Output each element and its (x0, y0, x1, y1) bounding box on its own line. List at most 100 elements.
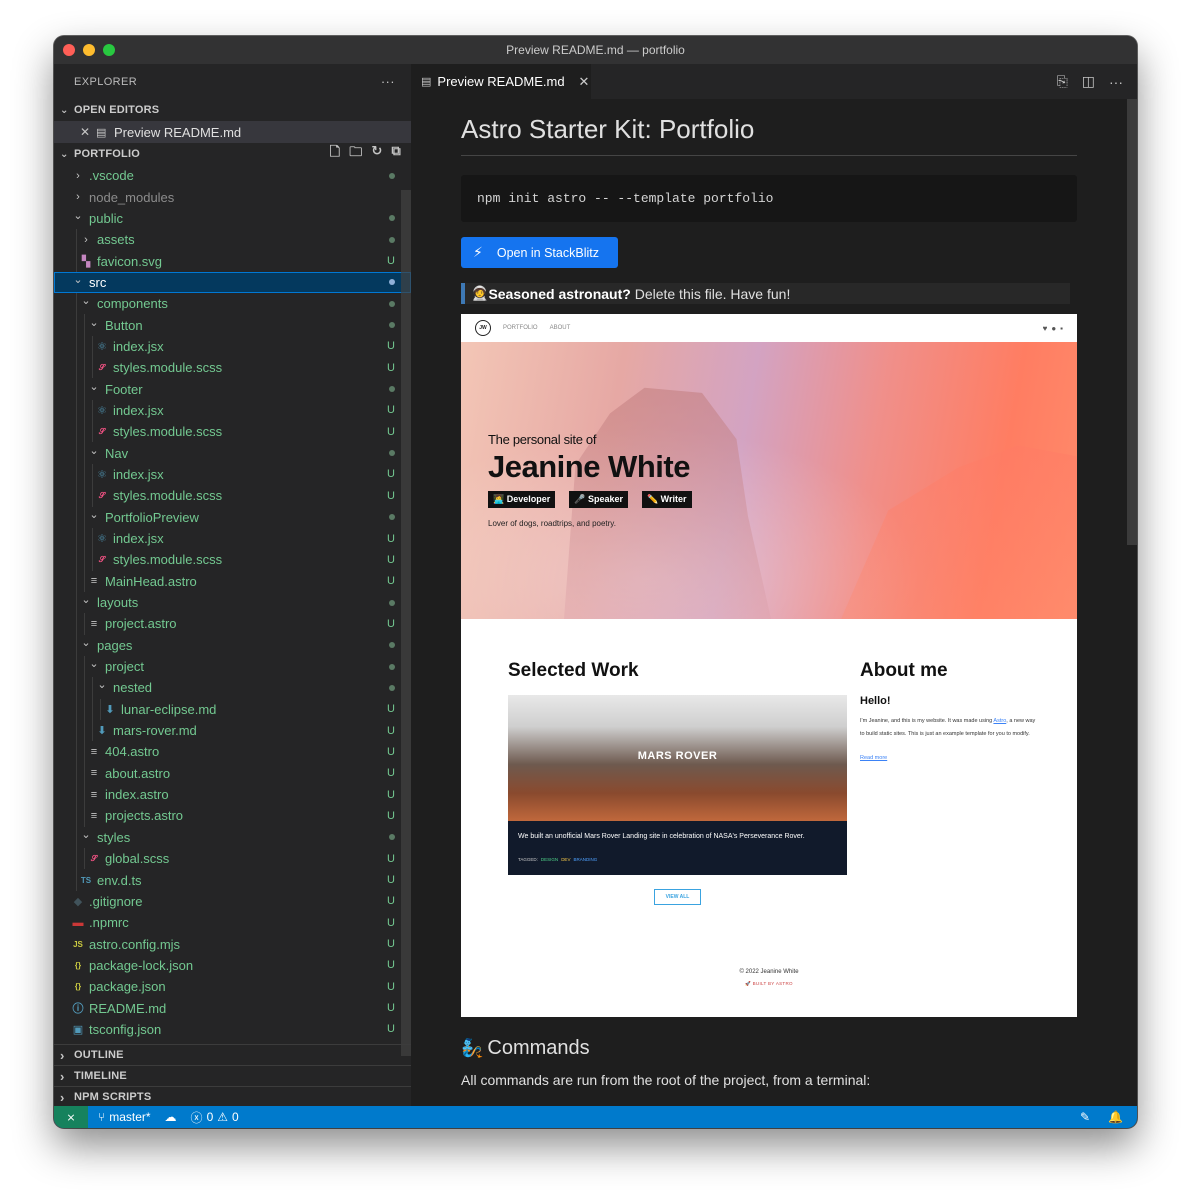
folder-public[interactable]: ⌄ public (54, 208, 411, 229)
folder-assets[interactable]: › assets (54, 229, 411, 251)
folder-src[interactable]: ⌄ src (54, 271, 411, 294)
tree-item-label: mars-rover.md (113, 723, 197, 739)
folder-portfoliopreview[interactable]: ⌄ PortfolioPreview (54, 506, 411, 528)
modified-dot-icon (389, 684, 395, 691)
selected-work-heading: Selected Work (508, 660, 639, 681)
file-item[interactable]: ▬ .npmrc U (54, 912, 411, 933)
git-status: U (387, 724, 395, 737)
portfolio-section[interactable]: ⌄ PORTFOLIO 🗋 🗀 ↻ ⧉ (54, 143, 411, 165)
file-item[interactable]: 𝒮styles.module.scss U (54, 485, 411, 507)
split-editor-icon[interactable]: ◫ (1082, 73, 1095, 90)
file-item[interactable]: 𝒮styles.module.scss U (54, 421, 411, 443)
editor-scrollbar[interactable] (1127, 99, 1137, 545)
open-editor-item[interactable]: ✕ ▤ Preview README.md (54, 121, 411, 143)
git-status: U (387, 788, 395, 801)
more-actions-icon[interactable]: ··· (1109, 74, 1123, 90)
file-item[interactable]: ⓘ README.md U (54, 997, 411, 1018)
git-status (389, 442, 395, 463)
file-item[interactable]: ⚛ index.jsx U (54, 335, 411, 358)
remote-icon: ⨯ (66, 1111, 76, 1124)
file-item[interactable]: ◆ .gitignore U (54, 891, 411, 912)
file-item[interactable]: ≡ about.astro U (54, 762, 411, 784)
modified-dot-icon (389, 322, 395, 329)
indent-guide (84, 677, 85, 699)
tree-item-label: index.jsx (113, 531, 164, 547)
window-title: Preview README.md — portfolio (506, 43, 685, 57)
modified-dot-icon (389, 300, 395, 307)
folder-nested[interactable]: ⌄ nested (54, 677, 411, 699)
problems-indicator[interactable]: ⓧ 0 ⚠ 0 (191, 1109, 239, 1126)
file-item[interactable]: ⬇ mars-rover.md U (54, 719, 411, 742)
file-item[interactable]: ⚛ index.jsx U (54, 527, 411, 550)
portfolio-screenshot: JW PORTFOLIO ABOUT ♥ ● ▪ The personal si… (461, 314, 1077, 1017)
open-editors-section[interactable]: ⌄ OPEN EDITORS (54, 99, 411, 121)
collapse-all-icon[interactable]: ⧉ (392, 143, 401, 165)
open-in-stackblitz-button[interactable]: ⚡ Open in StackBlitz (461, 237, 618, 268)
file-item[interactable]: ≡ MainHead.astro U (54, 570, 411, 592)
git-branch[interactable]: ⑂ master* (98, 1110, 151, 1124)
git-status: U (387, 916, 395, 929)
explorer-more-icon[interactable]: ··· (381, 74, 395, 89)
indent-guide (76, 869, 77, 891)
remote-indicator[interactable]: ⨯ (54, 1106, 88, 1128)
sidebar-scrollbar[interactable] (401, 190, 411, 1056)
folder-project[interactable]: ⌄ project (54, 655, 411, 678)
folder-nav[interactable]: ⌄ Nav (54, 442, 411, 464)
file-item[interactable]: ⚛ index.jsx U (54, 399, 411, 422)
open-source-icon[interactable]: ⎘ (1057, 73, 1068, 90)
folder-footer[interactable]: ⌄ Footer (54, 378, 411, 400)
zoom-window-button[interactable] (103, 44, 115, 56)
sync-button[interactable]: ☁ (165, 1110, 177, 1124)
git-status: U (387, 255, 395, 268)
astro-file-icon: ≡ (90, 788, 98, 801)
file-item[interactable]: ⚛ index.jsx U (54, 463, 411, 486)
indent-guide (76, 527, 77, 550)
preview-icon: ▤ (421, 76, 432, 88)
folder-styles[interactable]: ⌄ styles (54, 826, 411, 848)
section-outline[interactable]: › OUTLINE (54, 1044, 411, 1065)
file-item[interactable]: 𝒮styles.module.scss U (54, 549, 411, 571)
file-item[interactable]: {} package.json U (54, 976, 411, 997)
file-item[interactable]: ≡ project.astro U (54, 613, 411, 635)
file-item[interactable]: ≡ index.astro U (54, 783, 411, 806)
file-item[interactable]: {} package-lock.json U (54, 955, 411, 976)
minimize-window-button[interactable] (83, 44, 95, 56)
folder-node-modules[interactable]: › node_modules (54, 186, 411, 207)
stackblitz-label: Open in StackBlitz (496, 245, 599, 260)
file-item[interactable]: ▣ tsconfig.json U (54, 1019, 411, 1040)
new-file-icon[interactable]: 🗋 (330, 143, 341, 165)
indent-guide (92, 399, 93, 422)
jw-logo: JW (475, 320, 491, 336)
folder-button[interactable]: ⌄ Button (54, 314, 411, 336)
indent-guide (76, 655, 77, 678)
section-npm-scripts[interactable]: › NPM SCRIPTS (54, 1086, 411, 1106)
file-item[interactable]: ▚ favicon.svg U (54, 250, 411, 272)
file-item[interactable]: ≡ projects.astro U (54, 805, 411, 827)
explorer-title: EXPLORER (74, 75, 138, 88)
feedback-icon[interactable]: ✎ (1080, 1110, 1090, 1124)
file-item[interactable]: ⬇ lunar-eclipse.md U (54, 698, 411, 720)
new-folder-icon[interactable]: 🗀 (349, 143, 362, 165)
file-item[interactable]: JS astro.config.mjs U (54, 933, 411, 954)
refresh-icon[interactable]: ↻ (371, 143, 382, 165)
folder--vscode[interactable]: › .vscode (54, 165, 411, 186)
indent-guide (92, 335, 93, 358)
file-item[interactable]: 𝒮styles.module.scss U (54, 357, 411, 379)
file-item[interactable]: ≡ 404.astro U (54, 741, 411, 763)
chevron-down-icon: ⌄ (89, 444, 99, 457)
tab-preview-readme[interactable]: ▤ Preview README.md ✕ (411, 64, 591, 99)
editor-actions: ⎘ ◫ ··· (1057, 64, 1123, 99)
file-item[interactable]: TS env.d.ts U (54, 869, 411, 891)
file-item[interactable]: 𝒮global.scss U (54, 848, 411, 870)
folder-layouts[interactable]: ⌄ layouts (54, 591, 411, 614)
notifications-bell-icon[interactable]: 🔔 (1108, 1110, 1123, 1124)
close-tab-icon[interactable]: ✕ (579, 74, 590, 90)
project-card-tags: TAGGED: DESIGN DEV BRANDING (518, 857, 597, 862)
indent-guide (76, 741, 77, 763)
indent-guide (92, 357, 93, 379)
section-timeline[interactable]: › TIMELINE (54, 1065, 411, 1086)
folder-pages[interactable]: ⌄ pages (54, 634, 411, 656)
close-window-button[interactable] (63, 44, 75, 56)
folder-components[interactable]: ⌄ components (54, 293, 411, 315)
close-editor-icon[interactable]: ✕ (80, 125, 96, 139)
